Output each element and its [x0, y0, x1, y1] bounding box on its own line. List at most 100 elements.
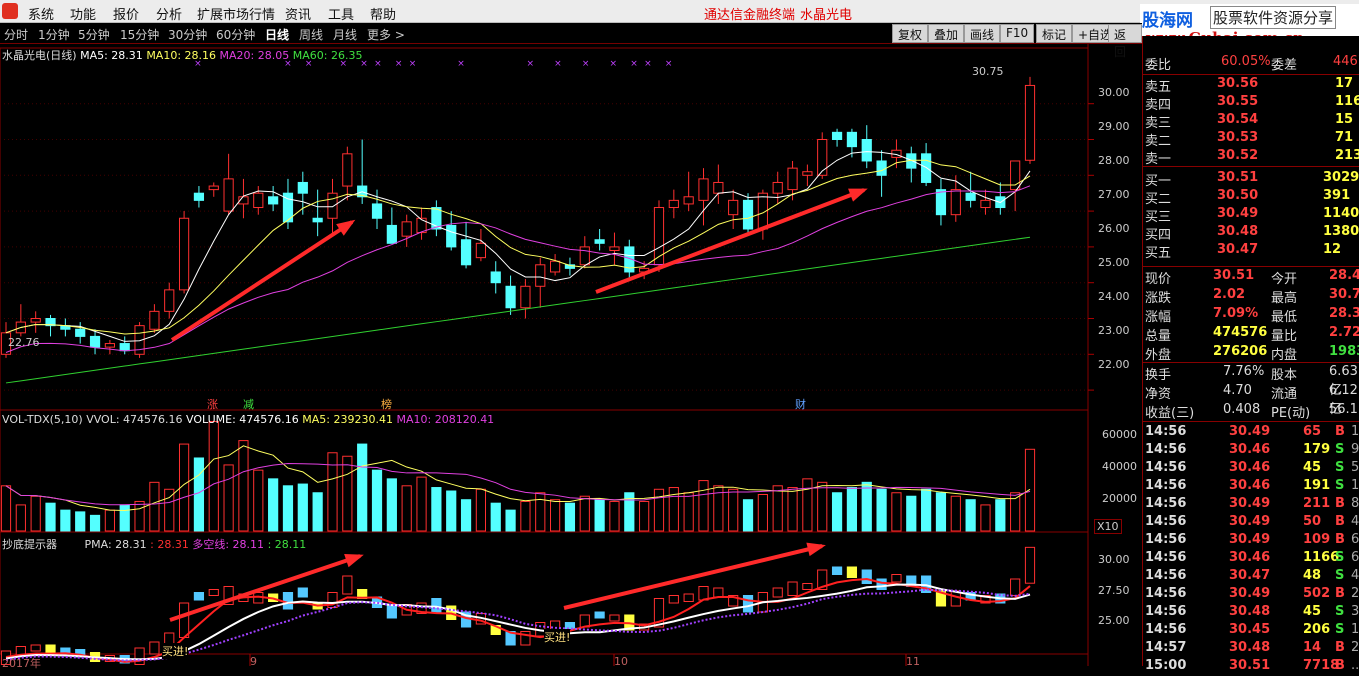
trade-row-cell: 14:56	[1145, 568, 1187, 583]
trade-row-cell: B	[1335, 532, 1345, 547]
candle-body	[772, 181, 783, 194]
candle-body	[371, 203, 383, 219]
stat2-row-cell: PE(动)	[1271, 406, 1311, 421]
sell-row-cell: 卖三	[1145, 116, 1172, 131]
trade-row-cell: 30.49	[1229, 424, 1271, 439]
volume-bar	[550, 499, 561, 532]
marker-rise: 涨	[207, 398, 218, 411]
vol-axis-3: 20000	[1102, 492, 1137, 505]
candle-body	[401, 221, 412, 237]
buy-row-cell: 30.51	[1217, 170, 1259, 185]
buy-row-cell: 30.47	[1217, 242, 1259, 257]
price-axis-6: 25.00	[1098, 256, 1130, 269]
buy-row-cell: 3029	[1323, 170, 1359, 185]
sell-row-cell: 卖四	[1145, 98, 1172, 113]
sell-row-cell: 30.53	[1217, 130, 1259, 145]
candle-body	[713, 181, 724, 194]
trade-row: 14:56 30.49 65 B 12	[1143, 424, 1359, 442]
trade-row-cell: B	[1335, 424, 1345, 439]
stat-row-cell: 198370	[1329, 344, 1359, 359]
candle-body	[104, 343, 115, 348]
trade-row-cell: 14:56	[1145, 460, 1187, 475]
trade-row-cell: 14:56	[1145, 586, 1187, 601]
stat-row-cell: 2.02	[1213, 287, 1246, 302]
candle-body	[1024, 84, 1036, 161]
volume-bar	[45, 502, 56, 532]
stat-row-cell: 28.42	[1329, 268, 1359, 283]
stat-row: 总量 474576 量比 2.72	[1143, 325, 1359, 344]
candle-body	[30, 318, 41, 323]
volume-value: VOLUME: 474576.16	[186, 413, 299, 426]
candle-body	[505, 285, 516, 309]
trade-row-cell: 2	[1351, 640, 1359, 655]
indicator-bar	[594, 611, 605, 619]
buy-row: 买三 30.49 1140	[1143, 206, 1359, 225]
volume-bar	[30, 495, 41, 532]
trade-row-cell: 14:56	[1145, 604, 1187, 619]
stat-row-cell: 总量	[1145, 329, 1172, 344]
vvol-value: VVOL: 474576.16	[86, 413, 183, 426]
stat2-row: 净资 4.70 流通 6.12亿	[1143, 383, 1359, 417]
duokong-line	[5, 583, 1031, 661]
volume-bar	[772, 485, 783, 532]
indicator-bar	[876, 578, 887, 590]
trade-row-cell: 14	[1303, 640, 1322, 655]
event-marker: ×	[554, 59, 562, 69]
trade-row-cell: 11	[1351, 622, 1359, 637]
ma60-value: MA60: 26.35	[292, 49, 363, 62]
candle-body	[668, 199, 679, 209]
chart-area[interactable]: × × × × × × × × × × × × × × × ×	[0, 0, 1142, 666]
stat2-row-cell: 7.76%	[1223, 364, 1265, 379]
volume-bar	[149, 481, 160, 532]
trade-row-cell: 14:56	[1145, 622, 1187, 637]
sell-row: 卖三 30.54 15	[1143, 112, 1359, 131]
trade-row-cell: 12	[1351, 424, 1359, 439]
trade-row-cell: B	[1335, 586, 1345, 601]
indicator-bar	[846, 566, 858, 578]
volume-bar	[698, 480, 709, 532]
volume-bar	[653, 488, 665, 532]
trade-row-cell: 211	[1303, 496, 1331, 511]
stat-row-cell: 涨跌	[1145, 291, 1172, 306]
trade-row: 14:56 30.49 211 B 8	[1143, 496, 1359, 514]
sell-row-cell: 30.56	[1217, 76, 1259, 91]
buy-row-cell: 买三	[1145, 210, 1172, 225]
buy-row-cell: 12	[1323, 242, 1342, 257]
volume-bar	[223, 464, 234, 532]
pma-value: PMA: 28.31	[84, 538, 147, 551]
candle-body	[460, 239, 472, 266]
price-axis-5: 26.00	[1098, 222, 1130, 235]
sell-row-cell: 30.52	[1217, 148, 1259, 163]
trade-row-cell: S	[1335, 622, 1345, 637]
indicator-bar	[772, 587, 783, 598]
event-marker: ×	[665, 59, 673, 69]
buy-row-cell: 30.50	[1217, 188, 1259, 203]
candle-body	[297, 181, 308, 194]
marker-list: 榜	[381, 398, 392, 411]
sell-row-cell: 15	[1335, 112, 1354, 127]
volume-bar	[861, 481, 872, 532]
buy-row-cell: 30.49	[1217, 206, 1259, 221]
stat2-row-cell: 流通	[1271, 387, 1298, 402]
indicator-bar	[208, 589, 219, 596]
trade-row: 15:0030.517718B...	[1143, 658, 1359, 676]
trend-arrow-1-head	[336, 219, 356, 236]
brand-tag: 股票软件资源分享	[1210, 6, 1337, 29]
trade-row-cell: 30.49	[1229, 586, 1271, 601]
trade-row-cell: 48	[1303, 568, 1322, 583]
price-axis-1: 30.00	[1098, 86, 1130, 99]
buy-signal-2: 买进!	[544, 629, 571, 645]
trade-row-cell: 21	[1351, 586, 1359, 601]
volume-bar	[520, 500, 531, 532]
trade-row-cell: 30.49	[1229, 532, 1271, 547]
stat-row-cell: 现价	[1145, 272, 1172, 287]
trade-row-cell: 14:56	[1145, 550, 1187, 565]
price-axis-8: 23.00	[1098, 324, 1130, 337]
candle-body	[342, 153, 353, 187]
indicator-bar	[668, 595, 679, 604]
marker-finance: 财	[795, 398, 806, 411]
wb-row: 委比 60.05% 委差 4467	[1143, 54, 1359, 73]
candle-body	[119, 343, 130, 352]
price-axis-9: 22.00	[1098, 358, 1130, 371]
volume-bar	[921, 488, 932, 532]
